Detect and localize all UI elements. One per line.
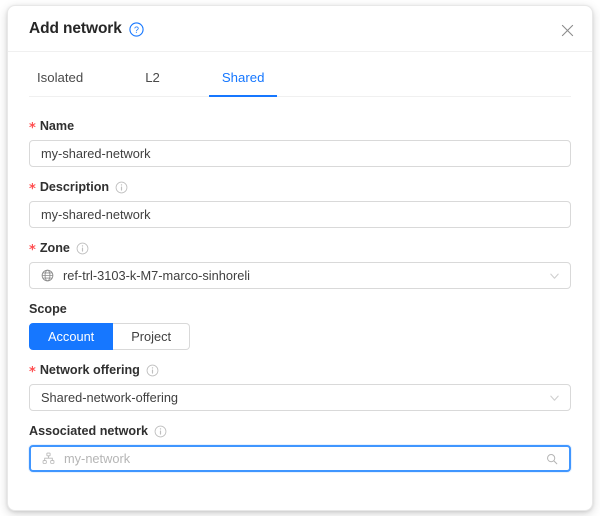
field-description: * Description my-shared-network bbox=[29, 179, 571, 228]
field-name: * Name my-shared-network bbox=[29, 118, 571, 167]
zone-select-value: ref-trl-3103-k-M7-marco-sinhoreli bbox=[63, 268, 250, 283]
associated-network-placeholder: my-network bbox=[64, 451, 130, 466]
network-offering-label: * Network offering bbox=[29, 362, 571, 378]
associated-network-label: Associated network bbox=[29, 423, 571, 439]
search-icon[interactable] bbox=[546, 453, 558, 465]
description-label-text: Description bbox=[40, 179, 109, 195]
scope-label-text: Scope bbox=[29, 301, 67, 317]
scope-option-account[interactable]: Account bbox=[29, 323, 113, 350]
field-scope: Scope Account Project bbox=[29, 301, 571, 350]
close-icon bbox=[561, 24, 574, 37]
name-input[interactable]: my-shared-network bbox=[29, 140, 571, 167]
zone-label: * Zone bbox=[29, 240, 571, 256]
scope-label: Scope bbox=[29, 301, 571, 317]
chevron-down-icon[interactable] bbox=[549, 270, 560, 281]
field-zone: * Zone ref-t bbox=[29, 240, 571, 289]
field-associated-network: Associated network bbox=[29, 423, 571, 472]
network-offering-select[interactable]: Shared-network-offering bbox=[29, 384, 571, 411]
dialog-title: Add network bbox=[29, 20, 122, 38]
add-network-dialog: Add network ? Isolated L2 Shared * Name bbox=[7, 5, 593, 511]
name-label-text: Name bbox=[40, 118, 74, 134]
zone-select[interactable]: ref-trl-3103-k-M7-marco-sinhoreli bbox=[29, 262, 571, 289]
globe-icon bbox=[41, 269, 54, 282]
question-circle-icon[interactable]: ? bbox=[129, 22, 144, 37]
zone-label-text: Zone bbox=[40, 240, 70, 256]
description-label: * Description bbox=[29, 179, 571, 195]
dialog-header: Add network ? bbox=[8, 6, 592, 52]
close-button[interactable] bbox=[556, 19, 578, 41]
network-offering-label-text: Network offering bbox=[40, 362, 140, 378]
required-marker: * bbox=[29, 244, 36, 257]
svg-text:?: ? bbox=[134, 25, 139, 35]
required-marker: * bbox=[29, 122, 36, 135]
info-circle-icon[interactable] bbox=[76, 242, 89, 255]
info-circle-icon[interactable] bbox=[146, 364, 159, 377]
field-network-offering: * Network offering Shared-network-offeri… bbox=[29, 362, 571, 411]
dialog-body: Isolated L2 Shared * Name my-shared-netw… bbox=[8, 52, 592, 509]
network-offering-select-value: Shared-network-offering bbox=[41, 390, 178, 405]
sitemap-icon bbox=[42, 452, 55, 465]
network-type-tabs: Isolated L2 Shared bbox=[29, 52, 571, 97]
description-input[interactable]: my-shared-network bbox=[29, 201, 571, 228]
name-label: * Name bbox=[29, 118, 571, 134]
tab-isolated[interactable]: Isolated bbox=[37, 52, 83, 96]
required-marker: * bbox=[29, 366, 36, 379]
associated-network-input[interactable]: my-network bbox=[29, 445, 571, 472]
tab-shared[interactable]: Shared bbox=[222, 52, 265, 96]
chevron-down-icon[interactable] bbox=[549, 392, 560, 403]
scope-radio-group: Account Project bbox=[29, 323, 571, 350]
tab-l2[interactable]: L2 bbox=[145, 52, 160, 96]
info-circle-icon[interactable] bbox=[154, 425, 167, 438]
name-input-value: my-shared-network bbox=[41, 146, 151, 161]
required-marker: * bbox=[29, 183, 36, 196]
info-circle-icon[interactable] bbox=[115, 181, 128, 194]
description-input-value: my-shared-network bbox=[41, 207, 151, 222]
associated-network-label-text: Associated network bbox=[29, 423, 148, 439]
scope-option-project[interactable]: Project bbox=[113, 323, 190, 350]
